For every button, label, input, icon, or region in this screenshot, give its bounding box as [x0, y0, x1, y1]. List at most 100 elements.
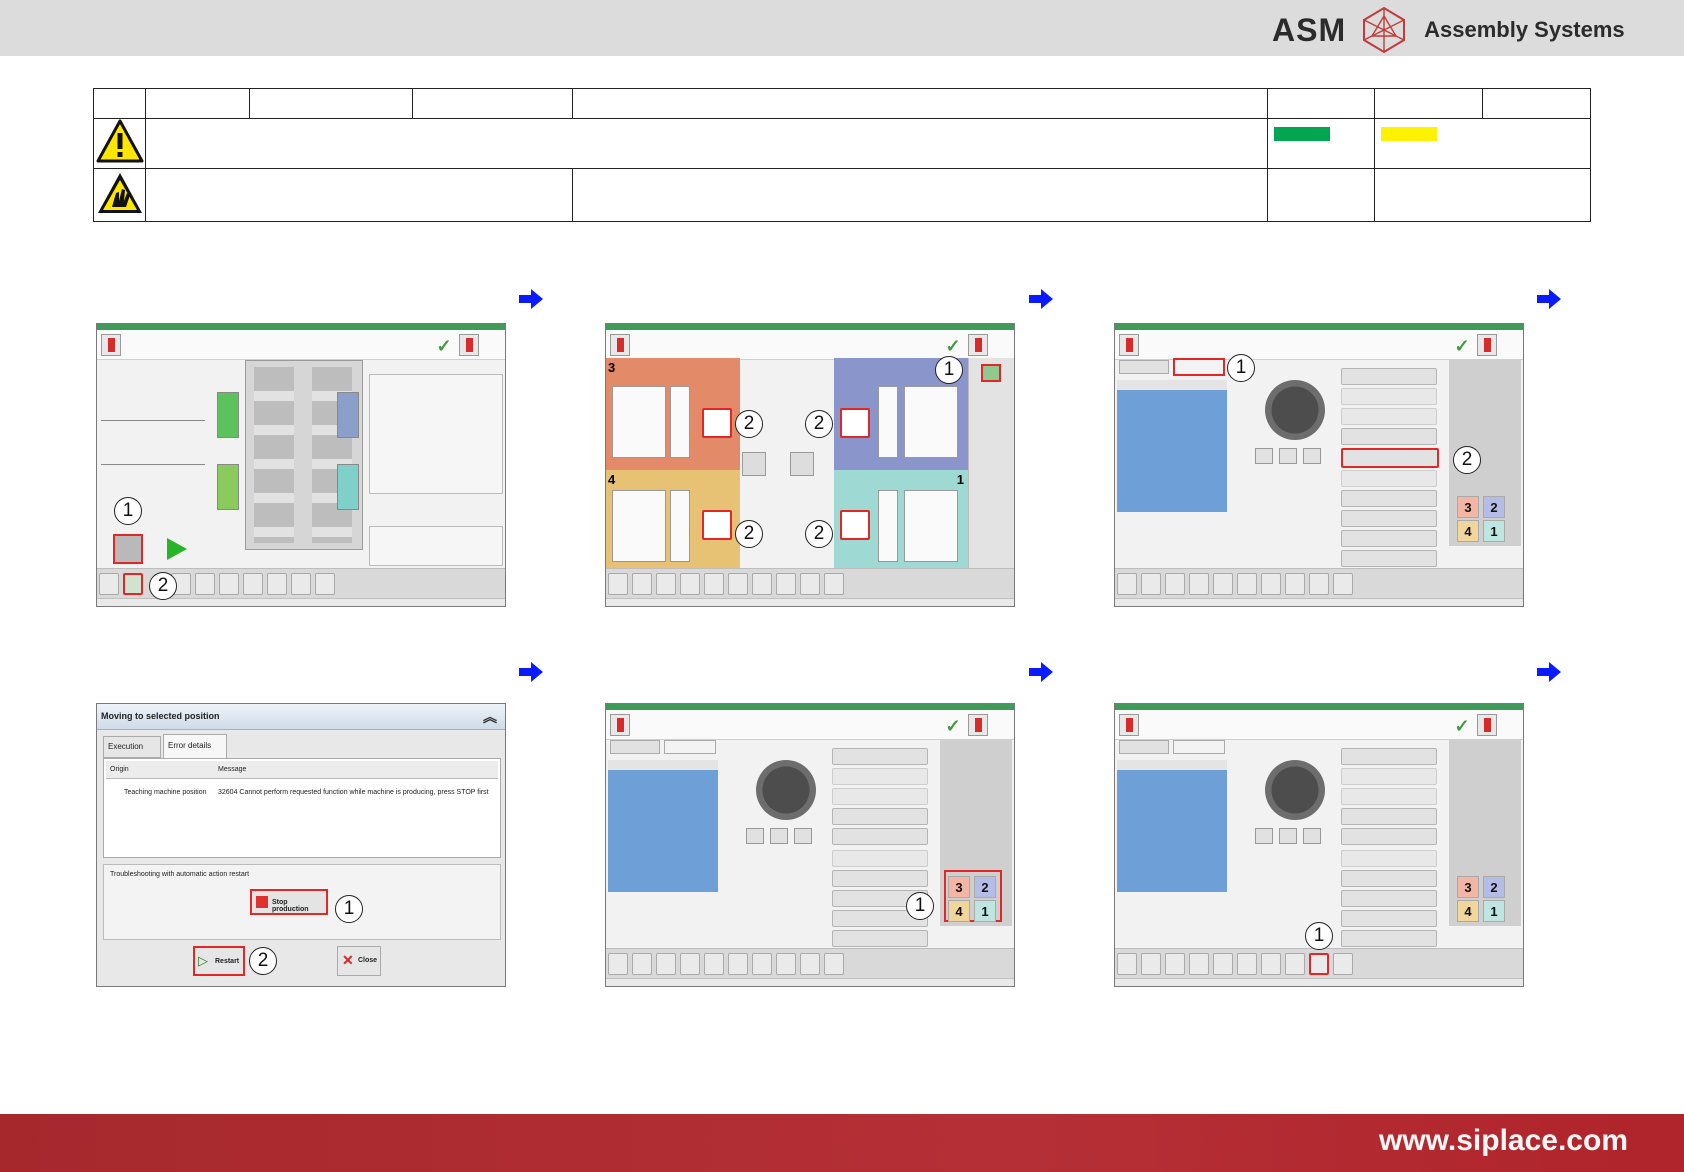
head-4-button[interactable]: 4: [948, 900, 970, 922]
tab-all-nozzles[interactable]: [1173, 740, 1225, 754]
toolbar-button[interactable]: [776, 953, 796, 975]
toolbar-button[interactable]: [704, 953, 724, 975]
tab-all-nozzles[interactable]: [664, 740, 716, 754]
tab-one-nozzle[interactable]: [1119, 740, 1169, 754]
acknowledge-check-icon[interactable]: ✓: [1451, 336, 1473, 360]
close-button[interactable]: ✕ Close: [337, 946, 381, 976]
function-button[interactable]: [1341, 408, 1437, 425]
toolbar-button[interactable]: [243, 573, 263, 595]
toolbar-button[interactable]: [1237, 953, 1257, 975]
toolbar-button[interactable]: [1309, 573, 1329, 595]
head-3-button[interactable]: 3: [1457, 496, 1479, 518]
toolbar-button[interactable]: [1261, 573, 1281, 595]
return-to-nozzle-changer-button[interactable]: [1341, 828, 1437, 845]
toolbar-button[interactable]: [608, 573, 628, 595]
collapse-icon[interactable]: ︽: [483, 707, 497, 727]
toolbar-button[interactable]: [1141, 953, 1161, 975]
toolbar-button[interactable]: [219, 573, 239, 595]
toolbar-button[interactable]: [776, 573, 796, 595]
nozzle-changer-dial[interactable]: [756, 760, 816, 820]
nozzle-changer-dial[interactable]: [1265, 380, 1325, 440]
head-2-button[interactable]: 2: [974, 876, 996, 898]
function-button[interactable]: [1341, 768, 1437, 785]
footer-url[interactable]: www.siplace.com: [1379, 1124, 1628, 1158]
toolbar-button[interactable]: [195, 573, 215, 595]
toolbar-button[interactable]: [728, 953, 748, 975]
nozzle-list[interactable]: [1117, 760, 1227, 892]
nozzle-changer[interactable]: [702, 510, 732, 540]
set-another-nozzle-button[interactable]: [1341, 368, 1437, 385]
stop-button[interactable]: [113, 534, 143, 564]
toolbar-button[interactable]: [267, 573, 287, 595]
function-button[interactable]: [1341, 788, 1437, 805]
toolbar-button[interactable]: [824, 573, 844, 595]
set-another-nozzle-button[interactable]: [832, 748, 928, 765]
head-4-button[interactable]: 4: [1457, 900, 1479, 922]
toolbar-button[interactable]: [752, 953, 772, 975]
toolbar-button[interactable]: [1261, 953, 1281, 975]
service-button[interactable]: [1309, 953, 1329, 975]
toolbar-button[interactable]: [291, 573, 311, 595]
toolbar-button[interactable]: [728, 573, 748, 595]
station-button[interactable]: [790, 452, 814, 476]
nozzle-list[interactable]: [1117, 380, 1227, 512]
toolbar-button[interactable]: [632, 953, 652, 975]
toolbar-button[interactable]: [800, 953, 820, 975]
station-button[interactable]: [742, 452, 766, 476]
tab-one-nozzle[interactable]: [610, 740, 660, 754]
rotate-right-button[interactable]: [1303, 828, 1321, 844]
toolbar-button[interactable]: [656, 953, 676, 975]
toolbar-button[interactable]: [1141, 573, 1161, 595]
toolbar-button[interactable]: [800, 573, 820, 595]
reject-and-pick-up-button[interactable]: [1341, 870, 1437, 887]
feeder-list-button[interactable]: [981, 364, 1001, 382]
nozzle-list[interactable]: [608, 760, 718, 892]
rotate-right-button[interactable]: [794, 828, 812, 844]
acknowledge-check-icon[interactable]: ✓: [942, 716, 964, 740]
toolbar-button[interactable]: [1213, 953, 1233, 975]
toolbar-button[interactable]: [1165, 953, 1185, 975]
cancel-button[interactable]: [1341, 550, 1437, 567]
head-2-button[interactable]: 2: [1483, 496, 1505, 518]
nozzles-reference-run-button[interactable]: [1341, 910, 1437, 927]
change-with-button[interactable]: [1341, 428, 1437, 445]
nozzle-changer[interactable]: [840, 408, 870, 438]
head-1-button[interactable]: 1: [1483, 900, 1505, 922]
reject-and-pick-up-button[interactable]: [1341, 490, 1437, 507]
rotate-left-button[interactable]: [1255, 828, 1273, 844]
function-button[interactable]: [832, 850, 928, 867]
toolbar-button[interactable]: [315, 573, 335, 595]
tab-execution[interactable]: Execution: [103, 736, 161, 758]
cancel-button[interactable]: [1341, 930, 1437, 947]
function-button[interactable]: [1341, 388, 1437, 405]
function-button[interactable]: [1341, 470, 1437, 487]
change-with-button[interactable]: [1341, 808, 1437, 825]
acknowledge-check-icon[interactable]: ✓: [433, 336, 455, 360]
head-1-button[interactable]: 1: [974, 900, 996, 922]
tab-one-nozzle[interactable]: [1119, 360, 1169, 374]
toolbar-button[interactable]: [680, 573, 700, 595]
toolbar-button[interactable]: [656, 573, 676, 595]
return-to-nozzle-changer-button[interactable]: [1341, 448, 1439, 468]
toolbar-button[interactable]: [1117, 953, 1137, 975]
toolbar-button[interactable]: [1117, 573, 1137, 595]
reject-button[interactable]: [1341, 890, 1437, 907]
toolbar-button[interactable]: [632, 573, 652, 595]
head-3-button[interactable]: 3: [1457, 876, 1479, 898]
toolbar-button[interactable]: [1165, 573, 1185, 595]
rotate-left-button[interactable]: [746, 828, 764, 844]
toolbar-button[interactable]: [1189, 573, 1209, 595]
stop-rotate-button[interactable]: [770, 828, 788, 844]
nozzles-reference-run-button[interactable]: [1341, 530, 1437, 547]
function-button[interactable]: [832, 768, 928, 785]
toolbar-button[interactable]: [99, 573, 119, 595]
acknowledge-check-icon[interactable]: ✓: [1451, 716, 1473, 740]
toolbar-button[interactable]: [1213, 573, 1233, 595]
toolbar-button[interactable]: [1189, 953, 1209, 975]
feeder-view-button[interactable]: [123, 573, 143, 595]
stop-rotate-button[interactable]: [1279, 828, 1297, 844]
tab-error-details[interactable]: Error details: [163, 734, 227, 758]
function-button[interactable]: [832, 788, 928, 805]
head-2-button[interactable]: 2: [1483, 876, 1505, 898]
reject-button[interactable]: [1341, 510, 1437, 527]
